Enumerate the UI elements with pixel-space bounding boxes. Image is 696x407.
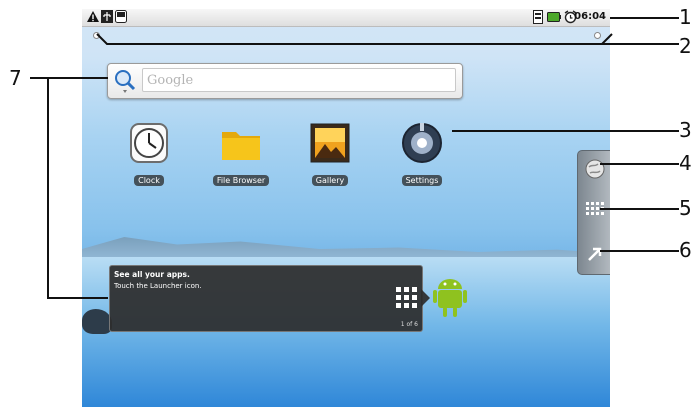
- browser-icon[interactable]: [585, 159, 605, 179]
- search-input[interactable]: Google: [142, 68, 456, 92]
- android-robot-icon: [433, 279, 467, 317]
- callout-2: 2: [679, 34, 692, 58]
- launcher-grid-icon[interactable]: [586, 202, 604, 220]
- shortcut-arrow-icon[interactable]: [586, 245, 604, 263]
- callout-line-1: [610, 17, 679, 19]
- app-gallery[interactable]: Gallery: [295, 122, 365, 187]
- callout-line-7: [30, 77, 108, 299]
- tip-arrow: [421, 289, 430, 307]
- clock-icon: [130, 123, 168, 163]
- google-search-widget[interactable]: Google: [107, 63, 463, 99]
- app-settings[interactable]: Settings: [387, 122, 457, 187]
- sim-icon: [533, 10, 543, 24]
- callout-line-5: [600, 208, 679, 210]
- gallery-icon: [310, 123, 350, 163]
- callout-line-6: [600, 250, 679, 252]
- app-label-gallery: Gallery: [311, 175, 349, 186]
- callout-3: 3: [679, 118, 692, 142]
- right-side-panel: [577, 150, 610, 275]
- tip-pager: 1 of 6: [400, 321, 418, 328]
- app-file-browser[interactable]: File Browser: [206, 122, 276, 187]
- android-home-screen: 06:04 Google Clock File Browser Gallery …: [82, 9, 610, 407]
- battery-icon: [547, 12, 561, 22]
- callout-4: 4: [679, 151, 692, 175]
- launcher-grid-icon: [396, 287, 417, 308]
- sd-card-icon: [115, 10, 127, 23]
- usb-icon: [101, 10, 113, 23]
- app-label-clock: Clock: [134, 175, 164, 186]
- callout-5: 5: [679, 196, 692, 220]
- folder-icon: [222, 132, 260, 160]
- tip-title: See all your apps.: [114, 270, 190, 279]
- status-time: 06:04: [574, 11, 606, 22]
- warning-icon: [87, 11, 99, 22]
- status-bar: 06:04: [82, 9, 610, 27]
- callout-line-2: [96, 33, 679, 45]
- callout-6: 6: [679, 238, 692, 262]
- search-icon[interactable]: [113, 68, 137, 94]
- launcher-tip-popup[interactable]: See all your apps. Touch the Launcher ic…: [109, 265, 423, 332]
- callout-1: 1: [679, 5, 692, 29]
- callout-7: 7: [9, 66, 22, 90]
- rock: [82, 309, 112, 334]
- callout-line-4: [600, 163, 679, 165]
- tip-body: Touch the Launcher icon.: [114, 282, 202, 290]
- app-label-settings: Settings: [401, 175, 443, 186]
- settings-icon: [402, 123, 442, 163]
- callout-line-3: [452, 130, 679, 132]
- app-clock[interactable]: Clock: [114, 122, 184, 187]
- app-label-file-browser: File Browser: [212, 175, 270, 186]
